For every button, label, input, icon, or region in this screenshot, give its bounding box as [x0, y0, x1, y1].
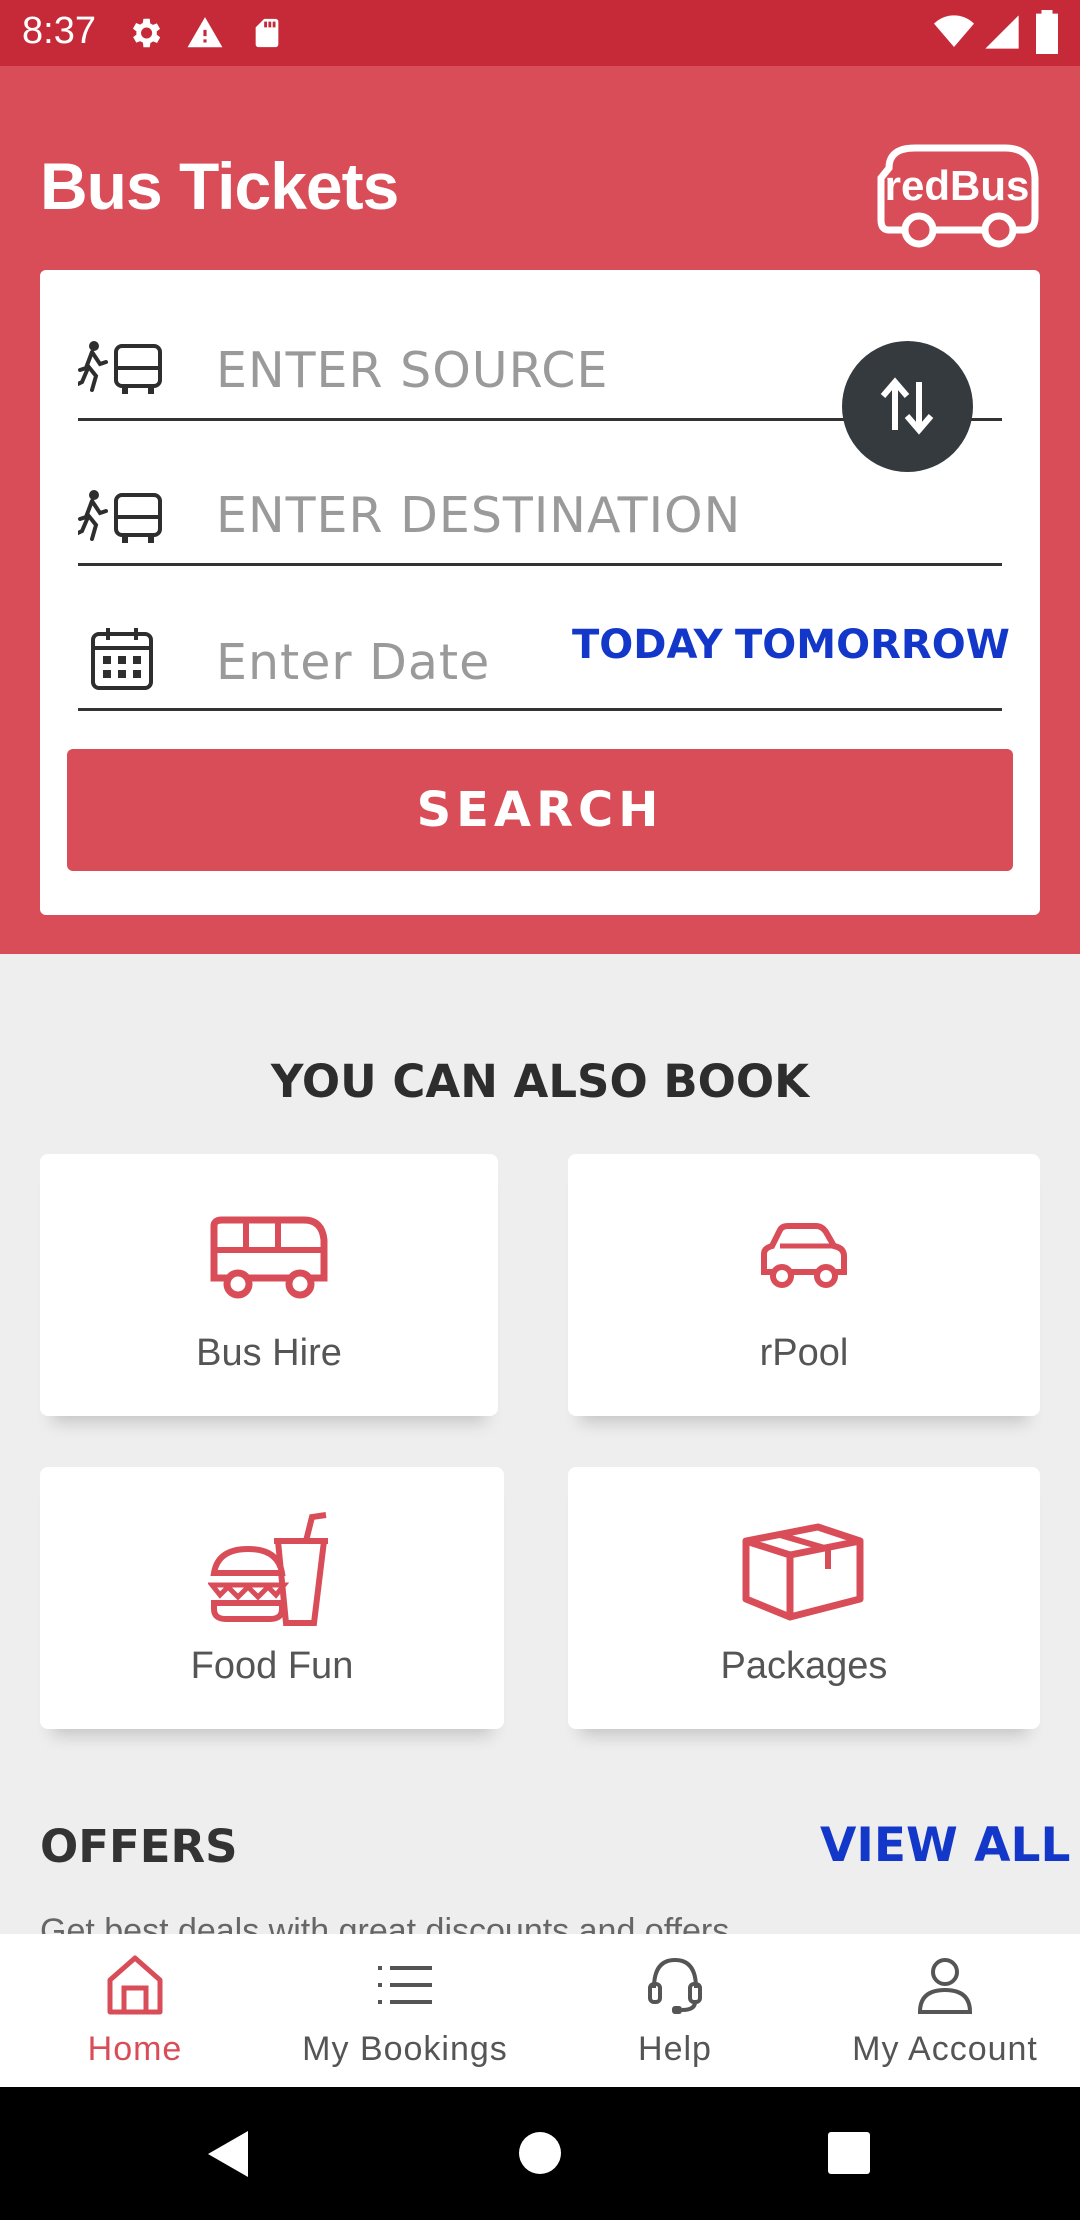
home-icon: [107, 1955, 163, 2015]
back-icon[interactable]: [204, 2129, 252, 2179]
nav-home[interactable]: Home: [0, 1934, 270, 2087]
system-nav-bar: [0, 2087, 1080, 2220]
gear-icon: [132, 18, 161, 48]
signal-icon: [985, 15, 1019, 49]
headset-icon: [648, 1957, 702, 2014]
car-icon: [761, 1223, 847, 1288]
tile-bus-hire[interactable]: Bus Hire: [40, 1154, 498, 1416]
date-placeholder: Enter Date: [216, 634, 491, 691]
destination-placeholder: ENTER DESTINATION: [216, 487, 742, 544]
package-icon: [742, 1523, 864, 1621]
tile-food-fun[interactable]: Food Fun: [40, 1467, 504, 1729]
nav-label: Home: [87, 2030, 183, 2068]
status-bar: 8:37: [0, 0, 1080, 66]
nav-my-account[interactable]: My Account: [810, 1934, 1080, 2087]
passenger-bus-icon: [78, 490, 162, 543]
page-title: Bus Tickets: [40, 149, 399, 223]
passenger-bus-icon: [78, 341, 162, 394]
food-icon: [208, 1512, 328, 1626]
recents-icon[interactable]: [828, 2132, 870, 2174]
tile-rpool[interactable]: rPool: [568, 1154, 1040, 1416]
status-time: 8:37: [22, 10, 96, 52]
svg-text:redBus: redBus: [885, 162, 1030, 209]
view-all-link[interactable]: VIEW ALL: [820, 1818, 1070, 1873]
tile-label: rPool: [759, 1332, 849, 1374]
list-icon: [378, 1966, 432, 2004]
bus-icon: [210, 1216, 328, 1299]
battery-icon: [1036, 10, 1058, 54]
home-circle-icon[interactable]: [518, 2131, 562, 2175]
nav-label: My Bookings: [302, 2030, 508, 2068]
search-button[interactable]: SEARCH: [67, 749, 1013, 871]
wifi-icon: [934, 15, 974, 47]
source-placeholder: ENTER SOURCE: [216, 342, 609, 399]
bottom-nav: Home My Bookings Help My Account: [0, 1934, 1080, 2087]
nav-label: My Account: [852, 2030, 1038, 2068]
destination-field[interactable]: ENTER DESTINATION: [78, 475, 1002, 566]
nav-label: Help: [638, 2030, 712, 2068]
nav-my-bookings[interactable]: My Bookings: [270, 1934, 540, 2087]
tile-label: Packages: [720, 1645, 888, 1687]
redbus-logo: redBus: [877, 144, 1039, 248]
also-book-title: YOU CAN ALSO BOOK: [270, 1055, 810, 1108]
tile-packages[interactable]: Packages: [568, 1467, 1040, 1729]
tile-label: Food Fun: [190, 1645, 354, 1687]
today-button[interactable]: TODAY: [572, 622, 723, 668]
offers-title: OFFERS: [40, 1820, 238, 1873]
sd-card-icon: [255, 18, 279, 48]
nav-help[interactable]: Help: [540, 1934, 810, 2087]
tile-label: Bus Hire: [196, 1332, 342, 1374]
tomorrow-button[interactable]: TOMORROW: [735, 622, 1010, 668]
swap-arrows-icon: [880, 377, 934, 435]
warning-icon: [187, 17, 223, 48]
user-icon: [917, 1958, 973, 2014]
swap-button[interactable]: [842, 341, 973, 472]
calendar-icon: [91, 628, 153, 690]
